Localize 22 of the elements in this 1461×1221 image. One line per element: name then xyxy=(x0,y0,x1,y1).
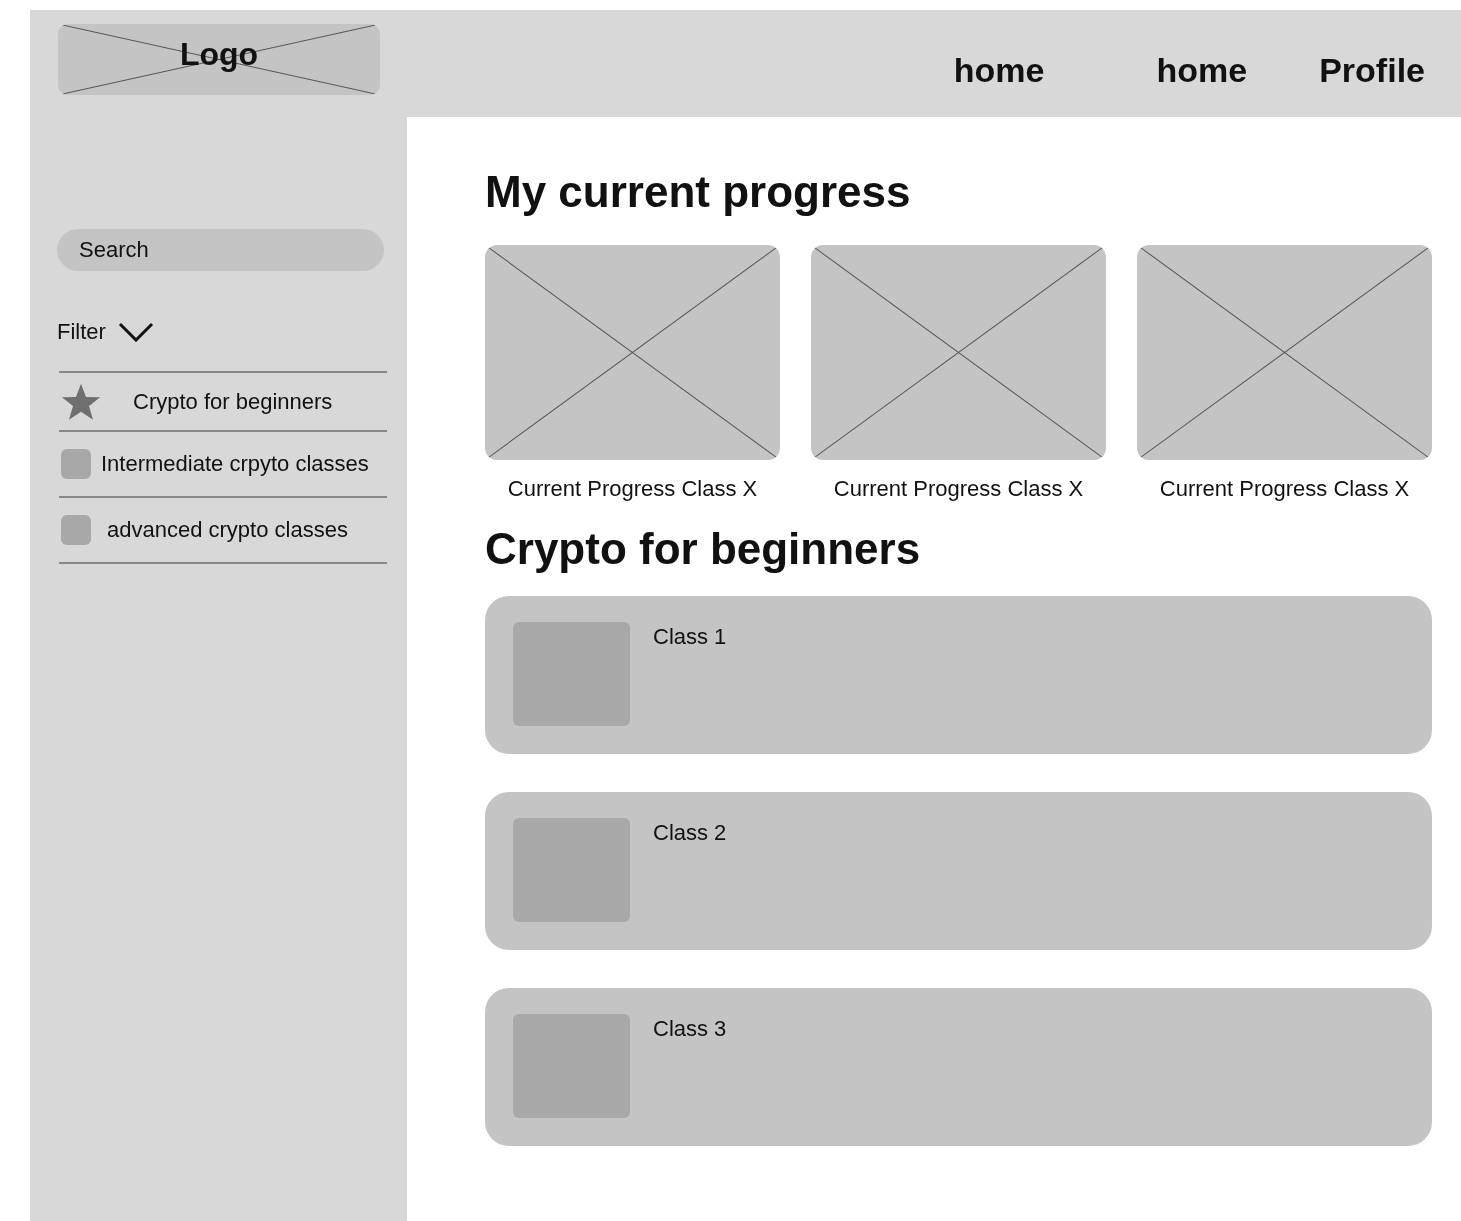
logo-text: Logo xyxy=(179,36,259,74)
card-caption: Current Progress Class X xyxy=(1159,476,1410,502)
class-card[interactable]: Class 2 xyxy=(485,792,1432,950)
class-card[interactable]: Class 3 xyxy=(485,988,1432,1146)
checkbox[interactable] xyxy=(61,515,91,545)
class-title: Class 1 xyxy=(653,624,727,650)
checkbox[interactable] xyxy=(61,449,91,479)
section-heading: My current progress xyxy=(485,167,912,217)
class-title: Class 3 xyxy=(653,1016,727,1042)
nav-link[interactable]: home xyxy=(953,51,1045,90)
class-card[interactable]: Class 1 xyxy=(485,596,1432,754)
filter-item[interactable]: Crypto for beginners xyxy=(59,373,387,432)
nav-link[interactable]: Profile xyxy=(1319,51,1425,90)
card-caption: Current Progress Class X xyxy=(833,476,1084,502)
nav-link[interactable]: home xyxy=(1156,51,1248,90)
filter-item[interactable]: advanced crypto classes xyxy=(59,498,387,564)
filter-item[interactable]: Intermediate crpyto classes xyxy=(59,432,387,498)
class-title: Class 2 xyxy=(653,820,727,846)
card-caption: Current Progress Class X xyxy=(507,476,758,502)
section-heading: Crypto for beginners xyxy=(485,524,922,574)
filter-dropdown[interactable]: Filter xyxy=(57,319,154,345)
search-field[interactable]: Search xyxy=(57,229,384,271)
